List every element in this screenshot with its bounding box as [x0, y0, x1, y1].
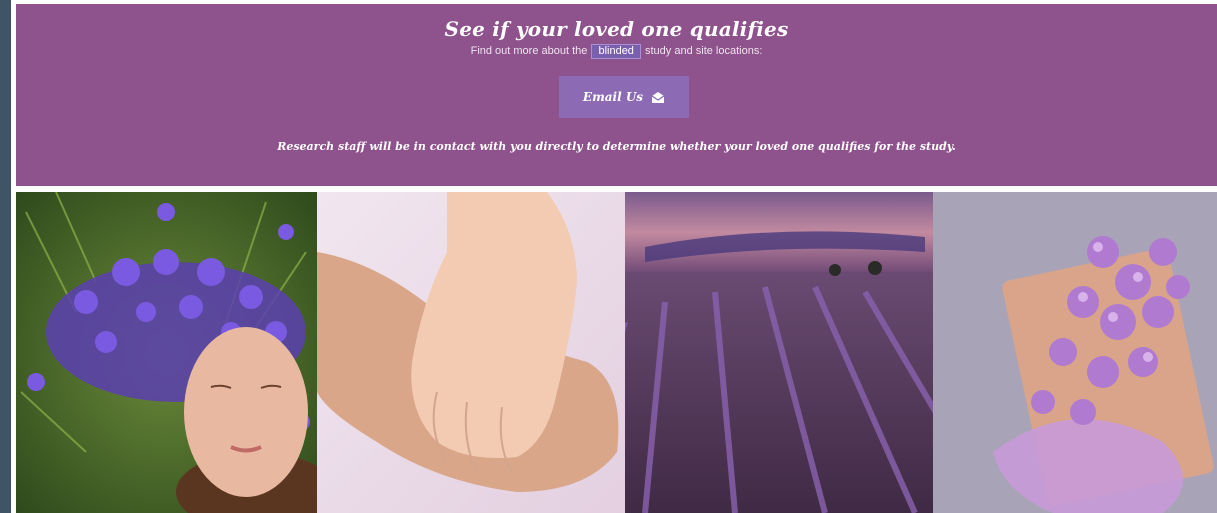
- subtitle-text-after: study and site locations:: [645, 45, 763, 57]
- photo-gallery: [16, 192, 1217, 513]
- photo-holding-hands: [317, 192, 625, 513]
- photo-lavender-field: [625, 192, 933, 513]
- photo-lilac-gift: [933, 192, 1217, 513]
- subtitle-text-before: Find out more about the: [470, 45, 588, 57]
- left-edge-bar: [0, 0, 11, 513]
- banner-subtitle: Find out more about the blinded study an…: [16, 44, 1217, 59]
- photo-woman-flower-crown: [16, 192, 317, 513]
- envelope-open-icon: [651, 91, 665, 104]
- email-us-button[interactable]: Email Us: [559, 76, 689, 118]
- email-us-label: Email Us: [582, 90, 644, 104]
- banner-title: See if your loved one qualifies: [444, 17, 789, 41]
- redacted-study-name: blinded: [591, 44, 641, 59]
- contact-note: Research staff will be in contact with y…: [277, 140, 956, 153]
- qualify-banner: See if your loved one qualifies Find out…: [16, 4, 1217, 186]
